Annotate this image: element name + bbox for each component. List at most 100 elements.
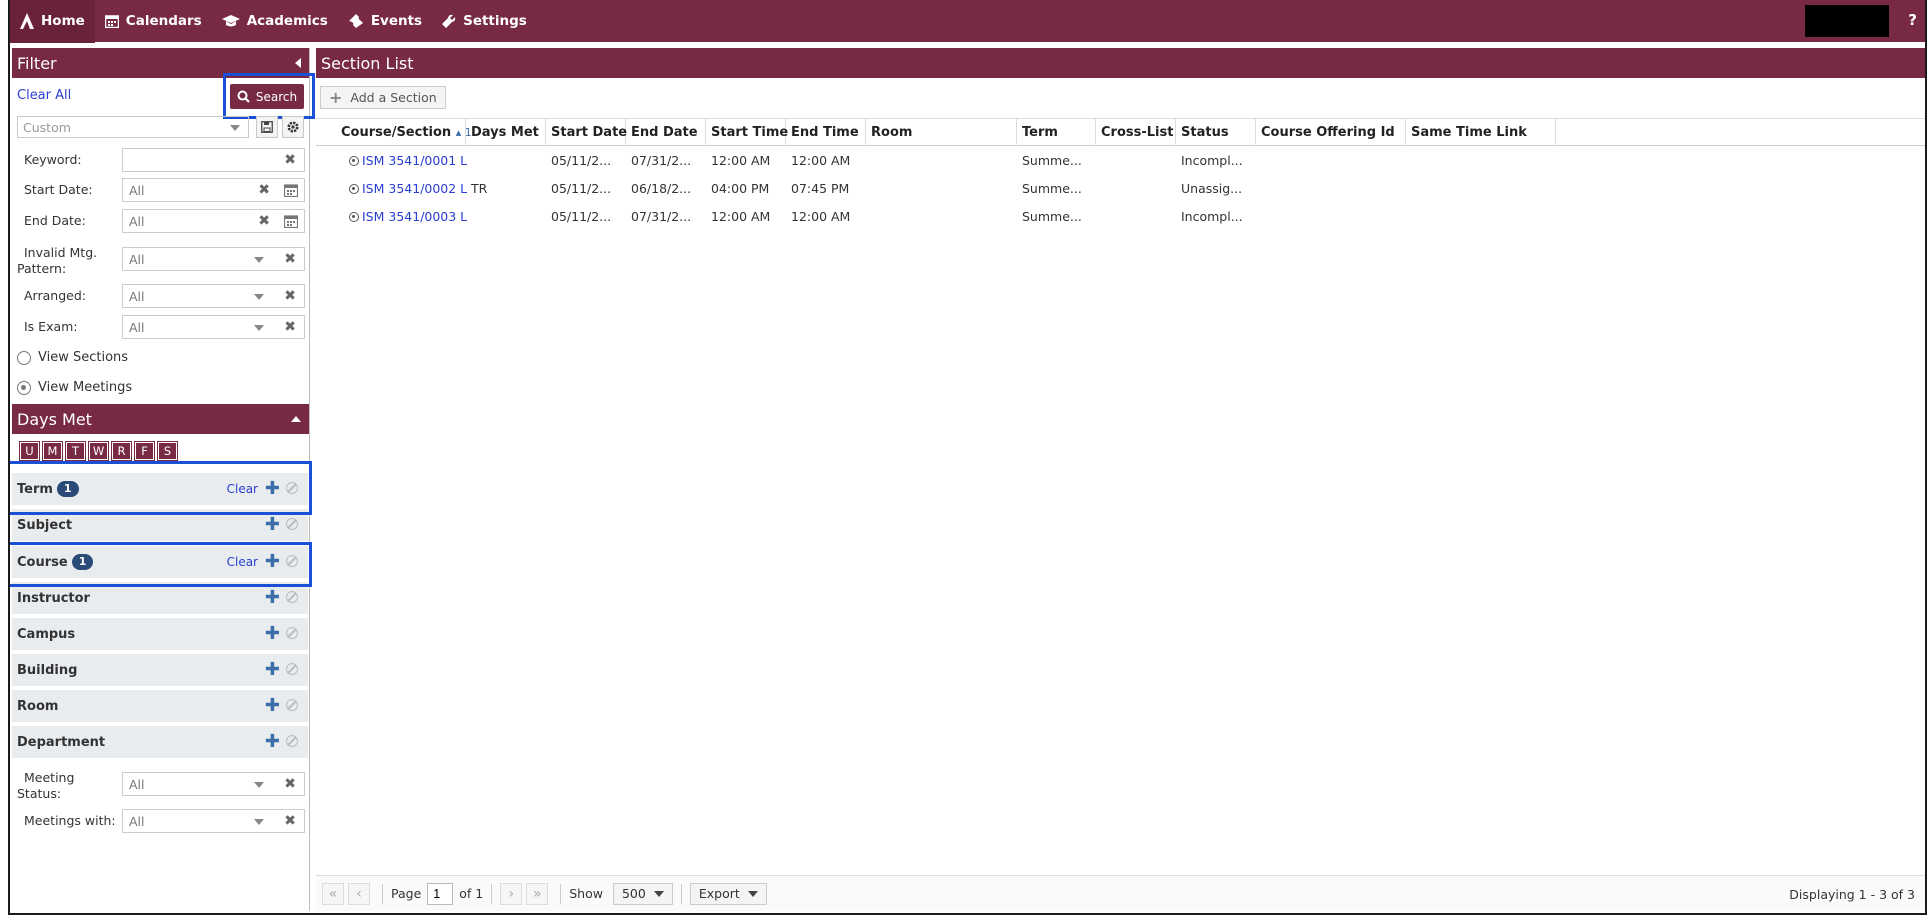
col-end-time[interactable]: End Time bbox=[786, 119, 866, 146]
meeting-status-select[interactable]: All ✖ bbox=[122, 772, 305, 796]
nav-home[interactable]: Home bbox=[10, 0, 95, 43]
nav-settings[interactable]: Settings bbox=[432, 0, 537, 43]
clear-x-icon[interactable]: ✖ bbox=[284, 288, 296, 304]
next-page-button[interactable]: › bbox=[500, 882, 523, 905]
cell-course[interactable]: ISM 3541/0002 LEC bbox=[344, 174, 468, 202]
day-toggle-f[interactable]: F bbox=[134, 441, 155, 461]
plus-icon[interactable]: ✚ bbox=[265, 589, 280, 607]
export-button[interactable]: Export bbox=[689, 882, 767, 905]
clear-all-link[interactable]: Clear All bbox=[17, 88, 71, 103]
col-term[interactable]: Term bbox=[1017, 119, 1096, 146]
cell-course[interactable]: ISM 3541/0001 LEC bbox=[344, 146, 468, 174]
search-button[interactable]: Search bbox=[230, 84, 304, 109]
plus-icon[interactable]: ✚ bbox=[265, 516, 280, 534]
arranged-select[interactable]: All ✖ bbox=[122, 284, 305, 308]
facet-department[interactable]: Department ✚ bbox=[12, 726, 308, 760]
meetings-with-select[interactable]: All ✖ bbox=[122, 809, 305, 833]
clear-x-icon[interactable]: ✖ bbox=[258, 182, 270, 198]
col-status[interactable]: Status bbox=[1176, 119, 1256, 146]
facet-course[interactable]: Course 1 Clear ✚ bbox=[12, 546, 308, 580]
course-link[interactable]: ISM 3541/0001 LEC bbox=[362, 153, 468, 168]
facet-campus[interactable]: Campus ✚ bbox=[12, 618, 308, 652]
day-toggle-u[interactable]: U bbox=[19, 441, 40, 461]
day-toggle-r[interactable]: R bbox=[111, 441, 132, 461]
last-page-button[interactable]: » bbox=[526, 882, 549, 905]
meetings-with-label: Meetings with: bbox=[24, 813, 116, 828]
col-end-date[interactable]: End Date bbox=[626, 119, 706, 146]
clear-x-icon[interactable]: ✖ bbox=[284, 251, 296, 267]
plus-icon[interactable]: ✚ bbox=[265, 625, 280, 643]
clear-x-icon[interactable]: ✖ bbox=[284, 813, 296, 829]
view-meetings-radio[interactable]: View Meetings bbox=[17, 380, 132, 395]
day-toggle-m[interactable]: M bbox=[42, 441, 63, 461]
nav-calendars[interactable]: Calendars bbox=[95, 0, 212, 43]
help-button[interactable]: ? bbox=[1908, 11, 1917, 29]
clear-x-icon[interactable]: ✖ bbox=[284, 776, 296, 792]
save-filter-button[interactable] bbox=[256, 116, 278, 138]
facet-building[interactable]: Building ✚ bbox=[12, 654, 308, 688]
plus-icon[interactable]: ✚ bbox=[265, 697, 280, 715]
plus-icon[interactable]: ✚ bbox=[265, 553, 280, 571]
is-exam-select[interactable]: All ✖ bbox=[122, 315, 305, 339]
col-cross-list[interactable]: Cross-List bbox=[1096, 119, 1176, 146]
cell-status: Incompl... bbox=[1181, 209, 1243, 224]
facet-instructor[interactable]: Instructor ✚ bbox=[12, 582, 308, 616]
day-toggle-s[interactable]: S bbox=[157, 441, 178, 461]
collapse-left-icon[interactable] bbox=[295, 58, 301, 68]
col-start-date[interactable]: Start Date bbox=[546, 119, 627, 146]
clear-x-icon[interactable]: ✖ bbox=[284, 319, 296, 335]
table-row[interactable]: ISM 3541/0003 LEC 05/11/2... 07/31/2... … bbox=[316, 202, 1925, 230]
calendar-icon[interactable] bbox=[284, 214, 298, 228]
course-link[interactable]: ISM 3541/0002 LEC bbox=[362, 181, 468, 196]
clear-x-icon[interactable]: ✖ bbox=[258, 213, 270, 229]
col-room[interactable]: Room bbox=[866, 119, 1017, 146]
cell-course[interactable]: ISM 3541/0003 LEC bbox=[344, 202, 468, 230]
exclude-icon[interactable] bbox=[286, 482, 298, 494]
exclude-icon[interactable] bbox=[286, 555, 298, 567]
end-date-input[interactable]: All ✖ bbox=[122, 209, 305, 233]
exclude-icon[interactable] bbox=[286, 627, 298, 639]
divider bbox=[560, 883, 562, 904]
plus-icon[interactable]: ✚ bbox=[265, 733, 280, 751]
start-date-input[interactable]: All ✖ bbox=[122, 178, 305, 202]
col-days-met[interactable]: Days Met bbox=[466, 119, 546, 146]
page-size-select[interactable]: 500 bbox=[612, 882, 673, 905]
exclude-icon[interactable] bbox=[286, 735, 298, 747]
day-toggle-w[interactable]: W bbox=[88, 441, 109, 461]
prev-page-button[interactable]: ‹ bbox=[348, 882, 370, 905]
exclude-icon[interactable] bbox=[286, 663, 298, 675]
filter-settings-button[interactable] bbox=[282, 116, 304, 138]
calendar-icon[interactable] bbox=[284, 183, 298, 197]
facet-subject[interactable]: Subject ✚ bbox=[12, 509, 308, 543]
nav-home-label: Home bbox=[41, 13, 85, 29]
plus-icon[interactable]: ✚ bbox=[265, 480, 280, 498]
exclude-icon[interactable] bbox=[286, 518, 298, 530]
clear-x-icon[interactable]: ✖ bbox=[284, 152, 296, 168]
view-sections-radio[interactable]: View Sections bbox=[17, 350, 128, 365]
keyword-input[interactable]: ✖ bbox=[122, 148, 305, 172]
table-row[interactable]: ISM 3541/0002 LEC TR 05/11/2... 06/18/2.… bbox=[316, 174, 1925, 202]
invalid-mtg-select[interactable]: All ✖ bbox=[122, 247, 305, 271]
col-course-offering-id[interactable]: Course Offering Id bbox=[1256, 119, 1406, 146]
add-section-button[interactable]: + Add a Section bbox=[320, 86, 446, 109]
facet-term[interactable]: Term 1 Clear ✚ bbox=[12, 473, 308, 507]
user-menu-redacted[interactable] bbox=[1805, 5, 1889, 37]
exclude-icon[interactable] bbox=[286, 699, 298, 711]
page-number-input[interactable] bbox=[427, 882, 454, 905]
facet-term-clear-link[interactable]: Clear bbox=[227, 482, 258, 496]
course-link[interactable]: ISM 3541/0003 LEC bbox=[362, 209, 468, 224]
table-row[interactable]: ISM 3541/0001 LEC 05/11/2... 07/31/2... … bbox=[316, 146, 1925, 174]
nav-academics[interactable]: Academics bbox=[212, 0, 338, 43]
facet-room[interactable]: Room ✚ bbox=[12, 690, 308, 724]
col-same-time-link[interactable]: Same Time Link bbox=[1406, 119, 1556, 146]
exclude-icon[interactable] bbox=[286, 591, 298, 603]
filter-preset-select[interactable]: Custom bbox=[17, 116, 249, 138]
facet-course-clear-link[interactable]: Clear bbox=[227, 555, 258, 569]
first-page-button[interactable]: « bbox=[322, 882, 344, 905]
nav-events[interactable]: Events bbox=[338, 0, 432, 43]
days-met-header[interactable]: Days Met bbox=[12, 404, 309, 434]
col-course-section[interactable]: Course/Section ▴ 1 bbox=[336, 119, 472, 146]
day-toggle-t[interactable]: T bbox=[65, 441, 86, 461]
col-start-time[interactable]: Start Time bbox=[706, 119, 788, 146]
plus-icon[interactable]: ✚ bbox=[265, 661, 280, 679]
